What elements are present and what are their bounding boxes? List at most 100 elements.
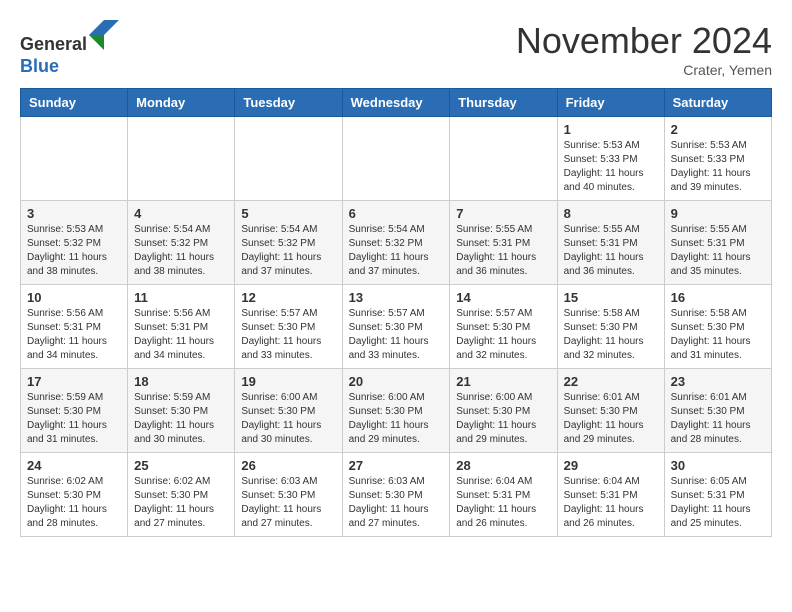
cell-content: Sunrise: 6:02 AM Sunset: 5:30 PM Dayligh…: [134, 475, 228, 531]
day-number: 30: [671, 458, 765, 473]
calendar-cell: 15 Sunrise: 5:58 AM Sunset: 5:30 PM Dayli…: [557, 285, 664, 369]
calendar-cell: 26Sunrise: 6:03 AM Sunset: 5:30 PM Dayli…: [235, 453, 342, 537]
calendar-cell: 2Sunrise: 5:53 AM Sunset: 5:33 PM Daylig…: [664, 117, 771, 201]
calendar-table: SundayMondayTuesdayWednesdayThursdayFrid…: [20, 88, 772, 537]
calendar-cell: 6Sunrise: 5:54 AM Sunset: 5:32 PM Daylig…: [342, 201, 450, 285]
day-number: 10: [27, 290, 121, 305]
calendar-cell: 20 Sunrise: 6:00 AM Sunset: 5:30 PM Dayli…: [342, 369, 450, 453]
calendar-cell: 11Sunrise: 5:56 AM Sunset: 5:31 PM Dayli…: [128, 285, 235, 369]
cell-content: Sunrise: 6:00 AM Sunset: 5:30 PM Dayligh…: [456, 391, 550, 447]
day-number: 20: [349, 374, 444, 389]
cell-content: Sunrise: 5:53 AM Sunset: 5:33 PM Dayligh…: [671, 139, 765, 195]
day-number: 16: [671, 290, 765, 305]
cell-content: Sunrise: 5:57 AM Sunset: 5:30 PM Dayligh…: [456, 307, 550, 363]
calendar-day-header: Monday: [128, 89, 235, 117]
day-number: 21: [456, 374, 550, 389]
cell-content: Sunrise: 6:00 AM Sunset: 5:30 PM Dayligh…: [241, 391, 335, 447]
calendar-cell: 28 Sunrise: 6:04 AM Sunset: 5:31 PM Dayli…: [450, 453, 557, 537]
location-subtitle: Crater, Yemen: [516, 62, 772, 78]
calendar-day-header: Thursday: [450, 89, 557, 117]
calendar-cell: 18 Sunrise: 5:59 AM Sunset: 5:30 PM Dayli…: [128, 369, 235, 453]
calendar-cell: 22 Sunrise: 6:01 AM Sunset: 5:30 PM Dayli…: [557, 369, 664, 453]
cell-content: Sunrise: 5:55 AM Sunset: 5:31 PM Dayligh…: [456, 223, 550, 279]
cell-content: Sunrise: 5:53 AM Sunset: 5:33 PM Dayligh…: [564, 139, 658, 195]
cell-content: Sunrise: 6:04 AM Sunset: 5:31 PM Dayligh…: [456, 475, 550, 531]
cell-content: Sunrise: 5:54 AM Sunset: 5:32 PM Dayligh…: [134, 223, 228, 279]
calendar-cell: 4 Sunrise: 5:54 AM Sunset: 5:32 PM Daylig…: [128, 201, 235, 285]
calendar-cell: 5 Sunrise: 5:54 AM Sunset: 5:32 PM Daylig…: [235, 201, 342, 285]
cell-content: Sunrise: 5:56 AM Sunset: 5:31 PM Dayligh…: [134, 307, 228, 363]
day-number: 17: [27, 374, 121, 389]
cell-content: Sunrise: 6:03 AM Sunset: 5:30 PM Dayligh…: [349, 475, 444, 531]
calendar-cell: 19 Sunrise: 6:00 AM Sunset: 5:30 PM Dayli…: [235, 369, 342, 453]
calendar-cell: 23 Sunrise: 6:01 AM Sunset: 5:30 PM Dayli…: [664, 369, 771, 453]
day-number: 28: [456, 458, 550, 473]
month-title: November 2024: [516, 20, 772, 62]
cell-content: Sunrise: 6:05 AM Sunset: 5:31 PM Dayligh…: [671, 475, 765, 531]
calendar-cell: [450, 117, 557, 201]
logo: General Blue: [20, 20, 119, 77]
cell-content: Sunrise: 5:58 AM Sunset: 5:30 PM Dayligh…: [564, 307, 658, 363]
day-number: 24: [27, 458, 121, 473]
cell-content: Sunrise: 5:58 AM Sunset: 5:30 PM Dayligh…: [671, 307, 765, 363]
day-number: 19: [241, 374, 335, 389]
calendar-cell: 1 Sunrise: 5:53 AM Sunset: 5:33 PM Daylig…: [557, 117, 664, 201]
logo-blue: Blue: [20, 56, 59, 76]
cell-content: Sunrise: 6:02 AM Sunset: 5:30 PM Dayligh…: [27, 475, 121, 531]
day-number: 6: [349, 206, 444, 221]
calendar-cell: 21 Sunrise: 6:00 AM Sunset: 5:30 PM Dayli…: [450, 369, 557, 453]
day-number: 22: [564, 374, 658, 389]
page-header: General Blue November 2024 Crater, Yemen: [20, 20, 772, 78]
calendar-cell: 24 Sunrise: 6:02 AM Sunset: 5:30 PM Dayli…: [21, 453, 128, 537]
calendar-cell: [128, 117, 235, 201]
calendar-day-header: Friday: [557, 89, 664, 117]
cell-content: Sunrise: 5:55 AM Sunset: 5:31 PM Dayligh…: [564, 223, 658, 279]
calendar-cell: [342, 117, 450, 201]
calendar-header-row: SundayMondayTuesdayWednesdayThursdayFrid…: [21, 89, 772, 117]
day-number: 23: [671, 374, 765, 389]
calendar-cell: 29Sunrise: 6:04 AM Sunset: 5:31 PM Dayli…: [557, 453, 664, 537]
calendar-day-header: Wednesday: [342, 89, 450, 117]
day-number: 5: [241, 206, 335, 221]
calendar-cell: [235, 117, 342, 201]
calendar-cell: 7Sunrise: 5:55 AM Sunset: 5:31 PM Daylig…: [450, 201, 557, 285]
cell-content: Sunrise: 5:56 AM Sunset: 5:31 PM Dayligh…: [27, 307, 121, 363]
cell-content: Sunrise: 5:57 AM Sunset: 5:30 PM Dayligh…: [241, 307, 335, 363]
calendar-cell: 27 Sunrise: 6:03 AM Sunset: 5:30 PM Dayli…: [342, 453, 450, 537]
cell-content: Sunrise: 6:00 AM Sunset: 5:30 PM Dayligh…: [349, 391, 444, 447]
day-number: 27: [349, 458, 444, 473]
calendar-day-header: Saturday: [664, 89, 771, 117]
calendar-cell: 13 Sunrise: 5:57 AM Sunset: 5:30 PM Dayli…: [342, 285, 450, 369]
calendar-cell: 10 Sunrise: 5:56 AM Sunset: 5:31 PM Dayli…: [21, 285, 128, 369]
day-number: 3: [27, 206, 121, 221]
calendar-cell: 8Sunrise: 5:55 AM Sunset: 5:31 PM Daylig…: [557, 201, 664, 285]
calendar-body: 1 Sunrise: 5:53 AM Sunset: 5:33 PM Daylig…: [21, 117, 772, 537]
cell-content: Sunrise: 5:57 AM Sunset: 5:30 PM Dayligh…: [349, 307, 444, 363]
day-number: 25: [134, 458, 228, 473]
logo-general: General: [20, 34, 87, 54]
day-number: 26: [241, 458, 335, 473]
day-number: 15: [564, 290, 658, 305]
calendar-week-row: 24 Sunrise: 6:02 AM Sunset: 5:30 PM Dayli…: [21, 453, 772, 537]
day-number: 18: [134, 374, 228, 389]
day-number: 4: [134, 206, 228, 221]
cell-content: Sunrise: 6:01 AM Sunset: 5:30 PM Dayligh…: [564, 391, 658, 447]
calendar-cell: 30 Sunrise: 6:05 AM Sunset: 5:31 PM Dayli…: [664, 453, 771, 537]
calendar-day-header: Tuesday: [235, 89, 342, 117]
cell-content: Sunrise: 5:59 AM Sunset: 5:30 PM Dayligh…: [27, 391, 121, 447]
cell-content: Sunrise: 6:01 AM Sunset: 5:30 PM Dayligh…: [671, 391, 765, 447]
day-number: 13: [349, 290, 444, 305]
calendar-cell: [21, 117, 128, 201]
cell-content: Sunrise: 5:55 AM Sunset: 5:31 PM Dayligh…: [671, 223, 765, 279]
cell-content: Sunrise: 6:04 AM Sunset: 5:31 PM Dayligh…: [564, 475, 658, 531]
calendar-cell: 25 Sunrise: 6:02 AM Sunset: 5:30 PM Dayli…: [128, 453, 235, 537]
cell-content: Sunrise: 5:59 AM Sunset: 5:30 PM Dayligh…: [134, 391, 228, 447]
day-number: 1: [564, 122, 658, 137]
day-number: 9: [671, 206, 765, 221]
calendar-week-row: 3Sunrise: 5:53 AM Sunset: 5:32 PM Daylig…: [21, 201, 772, 285]
cell-content: Sunrise: 5:54 AM Sunset: 5:32 PM Dayligh…: [241, 223, 335, 279]
calendar-week-row: 1 Sunrise: 5:53 AM Sunset: 5:33 PM Daylig…: [21, 117, 772, 201]
calendar-cell: 16 Sunrise: 5:58 AM Sunset: 5:30 PM Dayli…: [664, 285, 771, 369]
calendar-cell: 17 Sunrise: 5:59 AM Sunset: 5:30 PM Dayli…: [21, 369, 128, 453]
calendar-day-header: Sunday: [21, 89, 128, 117]
